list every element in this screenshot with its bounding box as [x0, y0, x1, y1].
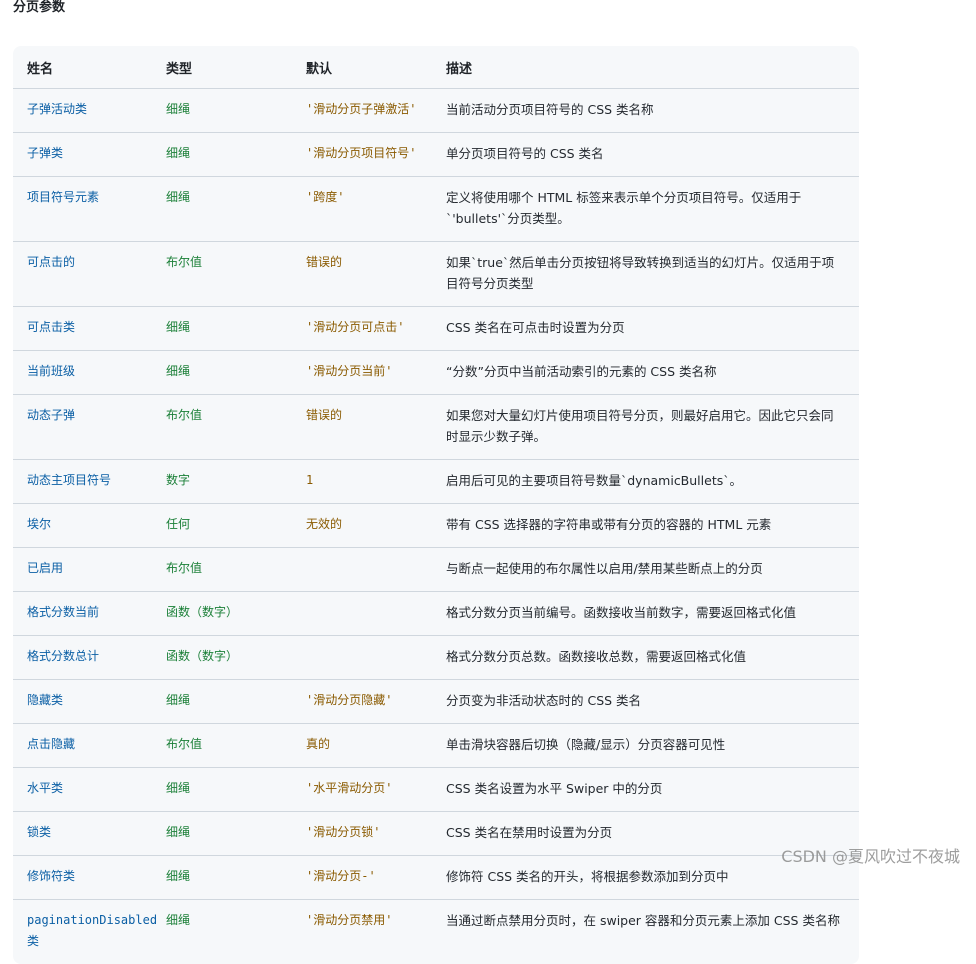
- params-table: 姓名 类型 默认 描述 子弹活动类细绳'滑动分页子弹激活'当前活动分页项目符号的…: [13, 46, 859, 964]
- param-default-cell: '滑动分页禁用': [292, 900, 432, 964]
- param-name-cell: 格式分数当前: [13, 592, 152, 636]
- param-name-cell: 埃尔: [13, 504, 152, 548]
- param-name-cell: 锁类: [13, 812, 152, 856]
- param-type-cell: 任何: [152, 504, 292, 548]
- table-row: 格式分数当前函数（数字） 格式分数分页当前编号。函数接收当前数字，需要返回格式化值: [13, 592, 859, 636]
- param-name-cell: 隐藏类: [13, 680, 152, 724]
- param-name-cell: paginationDisabled类: [13, 900, 152, 964]
- param-default-cell: [292, 548, 432, 592]
- param-default-cell: 1: [292, 460, 432, 504]
- param-name-cell: 水平类: [13, 768, 152, 812]
- param-description-cell: 分页变为非活动状态时的 CSS 类名: [432, 680, 859, 724]
- table-row: 当前班级细绳'滑动分页当前'“分数”分页中当前活动索引的元素的 CSS 类名称: [13, 351, 859, 395]
- param-description-cell: 单击滑块容器后切换（隐藏/显示）分页容器可见性: [432, 724, 859, 768]
- param-description-cell: 与断点一起使用的布尔属性以启用/禁用某些断点上的分页: [432, 548, 859, 592]
- param-default-cell: '滑动分页隐藏': [292, 680, 432, 724]
- param-name-cell: 项目符号元素: [13, 177, 152, 242]
- table-row: 可点击类细绳'滑动分页可点击'CSS 类名在可点击时设置为分页: [13, 307, 859, 351]
- table-body: 子弹活动类细绳'滑动分页子弹激活'当前活动分页项目符号的 CSS 类名称子弹类细…: [13, 89, 859, 964]
- table-row: 点击隐藏布尔值真的单击滑块容器后切换（隐藏/显示）分页容器可见性: [13, 724, 859, 768]
- params-table-container: 姓名 类型 默认 描述 子弹活动类细绳'滑动分页子弹激活'当前活动分页项目符号的…: [13, 46, 859, 964]
- param-name-cell: 已启用: [13, 548, 152, 592]
- param-description-cell: CSS 类名在可点击时设置为分页: [432, 307, 859, 351]
- param-default-cell: 错误的: [292, 242, 432, 307]
- param-default-cell: '跨度': [292, 177, 432, 242]
- param-type-cell: 细绳: [152, 351, 292, 395]
- param-default-cell: '滑动分页可点击': [292, 307, 432, 351]
- param-default-cell: 错误的: [292, 395, 432, 460]
- param-default-cell: '滑动分页项目符号': [292, 133, 432, 177]
- param-description-cell: 定义将使用哪个 HTML 标签来表示单个分页项目符号。仅适用于`'bullets…: [432, 177, 859, 242]
- param-type-cell: 细绳: [152, 856, 292, 900]
- param-default-cell: '滑动分页当前': [292, 351, 432, 395]
- table-row: 子弹类细绳'滑动分页项目符号'单分页项目符号的 CSS 类名: [13, 133, 859, 177]
- table-row: 子弹活动类细绳'滑动分页子弹激活'当前活动分页项目符号的 CSS 类名称: [13, 89, 859, 133]
- table-row: 修饰符类细绳'滑动分页-'修饰符 CSS 类名的开头，将根据参数添加到分页中: [13, 856, 859, 900]
- param-type-cell: 布尔值: [152, 724, 292, 768]
- param-default-cell: '滑动分页子弹激活': [292, 89, 432, 133]
- table-row: 动态子弹布尔值错误的如果您对大量幻灯片使用项目符号分页，则最好启用它。因此它只会…: [13, 395, 859, 460]
- param-type-cell: 布尔值: [152, 395, 292, 460]
- param-description-cell: 带有 CSS 选择器的字符串或带有分页的容器的 HTML 元素: [432, 504, 859, 548]
- param-default-cell: '滑动分页锁': [292, 812, 432, 856]
- param-description-cell: 当前活动分页项目符号的 CSS 类名称: [432, 89, 859, 133]
- param-default-cell: '水平滑动分页': [292, 768, 432, 812]
- column-header-description: 描述: [432, 46, 859, 89]
- table-row: 隐藏类细绳'滑动分页隐藏'分页变为非活动状态时的 CSS 类名: [13, 680, 859, 724]
- column-header-type: 类型: [152, 46, 292, 89]
- param-description-cell: CSS 类名设置为水平 Swiper 中的分页: [432, 768, 859, 812]
- param-description-cell: 启用后可见的主要项目符号数量`dynamicBullets`。: [432, 460, 859, 504]
- param-description-cell: 如果您对大量幻灯片使用项目符号分页，则最好启用它。因此它只会同时显示少数子弹。: [432, 395, 859, 460]
- param-description-cell: 单分页项目符号的 CSS 类名: [432, 133, 859, 177]
- param-description-cell: “分数”分页中当前活动索引的元素的 CSS 类名称: [432, 351, 859, 395]
- param-type-cell: 细绳: [152, 133, 292, 177]
- column-header-name: 姓名: [13, 46, 152, 89]
- table-row: 水平类细绳'水平滑动分页'CSS 类名设置为水平 Swiper 中的分页: [13, 768, 859, 812]
- table-row: paginationDisabled类细绳'滑动分页禁用'当通过断点禁用分页时，…: [13, 900, 859, 964]
- param-type-cell: 函数（数字）: [152, 592, 292, 636]
- param-type-cell: 布尔值: [152, 548, 292, 592]
- param-name-cell: 子弹活动类: [13, 89, 152, 133]
- param-name-cell: 修饰符类: [13, 856, 152, 900]
- param-type-cell: 细绳: [152, 680, 292, 724]
- watermark: CSDN @夏风吹过不夜城: [781, 843, 960, 867]
- table-row: 动态主项目符号数字1启用后可见的主要项目符号数量`dynamicBullets`…: [13, 460, 859, 504]
- table-header-row: 姓名 类型 默认 描述: [13, 46, 859, 89]
- table-row: 格式分数总计函数（数字） 格式分数分页总数。函数接收总数，需要返回格式化值: [13, 636, 859, 680]
- param-type-cell: 数字: [152, 460, 292, 504]
- param-name-cell: 动态主项目符号: [13, 460, 152, 504]
- param-name-cell: 可点击类: [13, 307, 152, 351]
- table-row: 埃尔任何无效的带有 CSS 选择器的字符串或带有分页的容器的 HTML 元素: [13, 504, 859, 548]
- page-title: 分页参数: [13, 0, 65, 16]
- param-type-cell: 细绳: [152, 307, 292, 351]
- param-name-cell: 点击隐藏: [13, 724, 152, 768]
- param-name-cell: 格式分数总计: [13, 636, 152, 680]
- table-row: 项目符号元素细绳'跨度'定义将使用哪个 HTML 标签来表示单个分页项目符号。仅…: [13, 177, 859, 242]
- param-type-cell: 细绳: [152, 768, 292, 812]
- param-name-cell: 子弹类: [13, 133, 152, 177]
- param-type-cell: 细绳: [152, 89, 292, 133]
- param-name-cell: 动态子弹: [13, 395, 152, 460]
- param-default-cell: [292, 636, 432, 680]
- column-header-default: 默认: [292, 46, 432, 89]
- param-default-cell: 真的: [292, 724, 432, 768]
- table-row: 锁类细绳'滑动分页锁'CSS 类名在禁用时设置为分页: [13, 812, 859, 856]
- param-type-cell: 细绳: [152, 812, 292, 856]
- param-description-cell: 如果`true`然后单击分页按钮将导致转换到适当的幻灯片。仅适用于项目符号分页类…: [432, 242, 859, 307]
- param-default-cell: [292, 592, 432, 636]
- param-name-cell: 当前班级: [13, 351, 152, 395]
- param-default-cell: 无效的: [292, 504, 432, 548]
- table-row: 已启用布尔值 与断点一起使用的布尔属性以启用/禁用某些断点上的分页: [13, 548, 859, 592]
- table-row: 可点击的布尔值错误的如果`true`然后单击分页按钮将导致转换到适当的幻灯片。仅…: [13, 242, 859, 307]
- param-type-cell: 函数（数字）: [152, 636, 292, 680]
- param-description-cell: 格式分数分页总数。函数接收总数，需要返回格式化值: [432, 636, 859, 680]
- param-description-cell: 格式分数分页当前编号。函数接收当前数字，需要返回格式化值: [432, 592, 859, 636]
- param-type-cell: 布尔值: [152, 242, 292, 307]
- param-description-cell: 当通过断点禁用分页时，在 swiper 容器和分页元素上添加 CSS 类名称: [432, 900, 859, 964]
- param-default-cell: '滑动分页-': [292, 856, 432, 900]
- param-type-cell: 细绳: [152, 177, 292, 242]
- param-type-cell: 细绳: [152, 900, 292, 964]
- param-name-cell: 可点击的: [13, 242, 152, 307]
